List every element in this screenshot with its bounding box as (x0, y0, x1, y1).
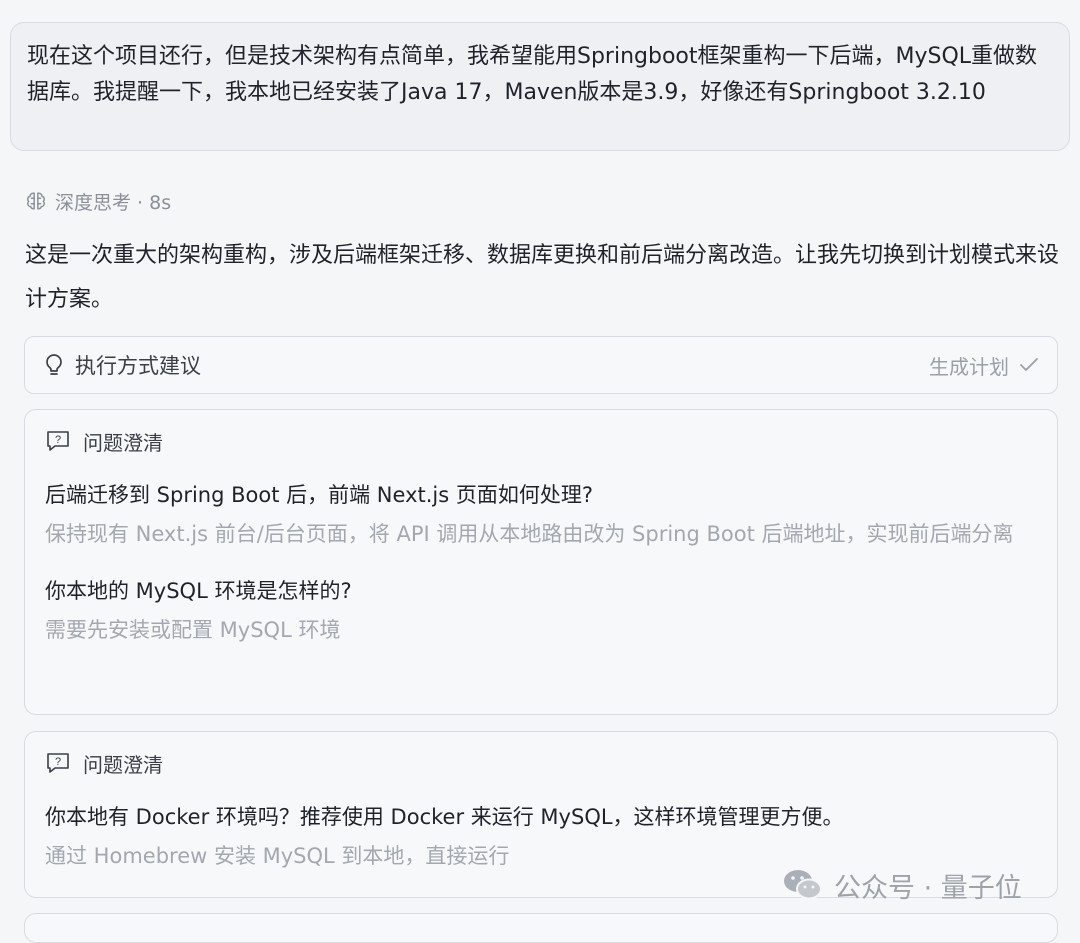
generate-plan-label: 生成计划 (929, 354, 1009, 379)
clarification-item[interactable]: 你本地的 MySQL 环境是怎样的? 需要先安装或配置 MySQL 环境 (45, 576, 1037, 648)
clarification-header: 问题澄清 (83, 752, 163, 777)
check-icon (1020, 358, 1038, 371)
clarification-item[interactable]: 后端迁移到 Spring Boot 后，前端 Next.js 页面如何处理? 保… (45, 480, 1037, 552)
user-message-bubble: 现在这个项目还行，但是技术架构有点简单，我希望能用Springboot框架重构一… (10, 22, 1070, 151)
svg-text:?: ? (55, 434, 61, 446)
generate-plan-button[interactable]: 生成计划 (929, 351, 1039, 380)
watermark-text: 公众号 · 量子位 (834, 872, 1022, 904)
clarification-question: 你本地有 Docker 环境吗？推荐使用 Docker 来运行 MySQL，这样… (45, 805, 844, 829)
question-mark-icon: ? (47, 431, 69, 451)
clarification-answer: 需要先安装或配置 MySQL 环境 (45, 618, 341, 642)
next-card-peek (24, 913, 1058, 943)
thinking-toggle[interactable]: 深度思考 · 8s (25, 186, 171, 216)
clarification-card: ? 问题澄清 后端迁移到 Spring Boot 后，前端 Next.js 页面… (24, 409, 1058, 715)
brain-icon (27, 192, 45, 210)
watermark: 公众号 · 量子位 (782, 864, 1022, 906)
lightbulb-icon (46, 354, 62, 375)
question-mark-icon: ? (47, 753, 69, 773)
clarification-question: 后端迁移到 Spring Boot 后，前端 Next.js 页面如何处理? (45, 483, 593, 507)
thinking-label: 深度思考 · 8s (55, 191, 172, 214)
assistant-reply: 这是一次重大的架构重构，涉及后端框架迁移、数据库更换和前后端分离改造。让我先切换… (25, 234, 1060, 322)
suggestion-card[interactable]: 执行方式建议 生成计划 (24, 336, 1058, 394)
clarification-question: 你本地的 MySQL 环境是怎样的? (45, 579, 352, 603)
suggestion-title: 执行方式建议 (75, 354, 201, 378)
user-message-text: 现在这个项目还行，但是技术架构有点简单，我希望能用Springboot框架重构一… (27, 44, 1038, 105)
clarification-answer: 保持现有 Next.js 前台/后台页面，将 API 调用从本地路由改为 Spr… (45, 522, 1014, 546)
clarification-header: 问题澄清 (83, 430, 163, 455)
assistant-reply-text: 这是一次重大的架构重构，涉及后端框架迁移、数据库更换和前后端分离改造。让我先切换… (25, 243, 1060, 312)
svg-text:?: ? (55, 756, 61, 768)
wechat-icon (784, 870, 822, 900)
